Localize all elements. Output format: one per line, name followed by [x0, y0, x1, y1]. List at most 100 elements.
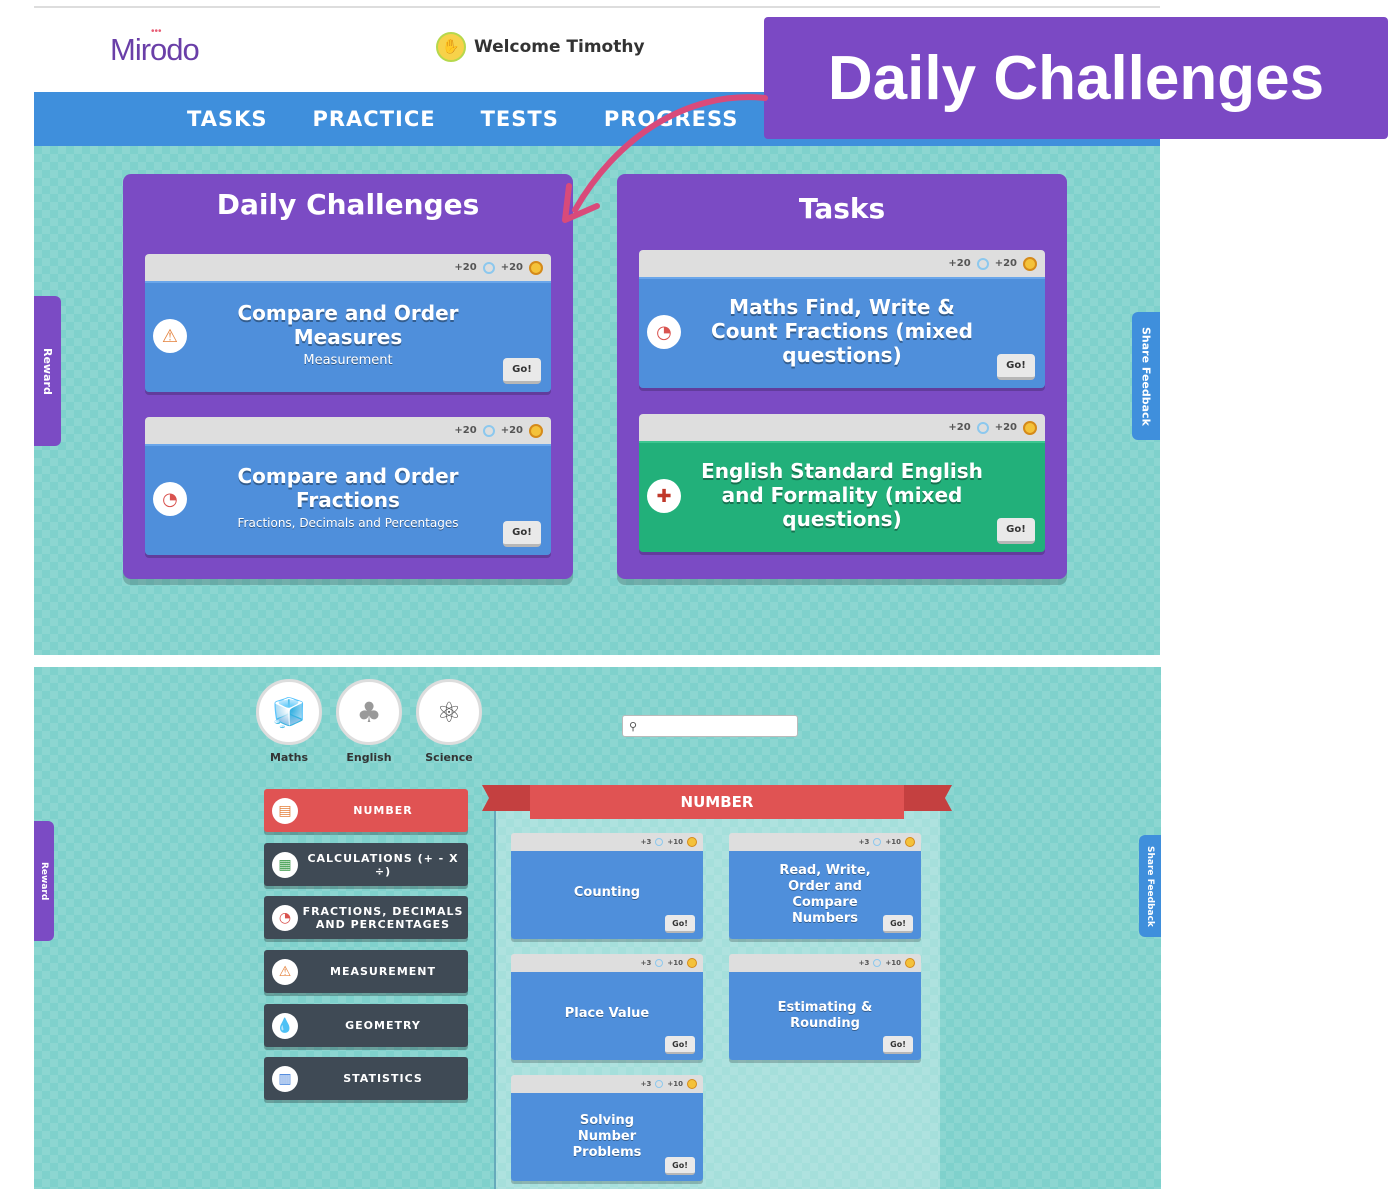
coin-reward: +10	[667, 1080, 683, 1088]
union-jack-icon: ✚	[647, 479, 681, 513]
subject-label: Science	[425, 751, 473, 764]
go-button[interactable]: Go!	[503, 521, 541, 547]
subject-maths[interactable]: 🧊 Maths	[254, 679, 324, 764]
topic-title: Read, Write, Order and Compare Numbers	[779, 863, 871, 926]
category-label: CALCULATIONS (+ - X ÷)	[307, 851, 459, 878]
coin-icon	[1023, 420, 1037, 435]
calculations-icon: ▦	[272, 851, 298, 878]
clock-icon	[655, 959, 664, 967]
coin-reward: +10	[667, 838, 683, 846]
card-body: Estimating & Rounding Go!	[729, 972, 921, 1060]
subject-english[interactable]: ♣ English	[334, 679, 404, 764]
reward-strip: +3 +10	[729, 954, 921, 972]
clock-icon	[976, 421, 989, 434]
fractions-icon: ◔	[153, 482, 187, 516]
reward-strip: +20 +20	[145, 254, 551, 281]
time-reward: +3	[640, 1080, 652, 1088]
category-label: FRACTIONS, DECIMALS AND PERCENTAGES	[302, 904, 464, 931]
topic-title: Place Value	[564, 1006, 650, 1021]
coin-reward: +10	[667, 959, 683, 967]
reward-tab[interactable]: Reward	[34, 296, 61, 446]
time-reward: +3	[640, 959, 652, 967]
reward-strip: +3 +10	[729, 833, 921, 851]
banner-ribbon-left	[482, 785, 532, 811]
banner-ribbon-right	[902, 785, 952, 811]
go-button[interactable]: Go!	[883, 1036, 913, 1054]
nav-tests[interactable]: TESTS	[481, 107, 559, 131]
measurement-icon: ⚠	[153, 319, 187, 353]
card-body: Place Value Go!	[511, 972, 703, 1060]
go-button[interactable]: Go!	[665, 915, 695, 933]
nav-practice[interactable]: PRACTICE	[312, 107, 435, 131]
card-subtitle: Measurement	[303, 353, 393, 368]
nav-tasks[interactable]: TASKS	[187, 107, 267, 131]
coin-icon	[905, 837, 915, 847]
fractions-icon: ◔	[647, 315, 681, 349]
search-input[interactable]: ⚲	[622, 715, 798, 737]
go-button[interactable]: Go!	[997, 518, 1035, 544]
share-feedback-tab[interactable]: Share Feedback	[1139, 835, 1161, 937]
card-title: English Standard English and Formality (…	[701, 459, 983, 531]
coin-reward: +10	[885, 959, 901, 967]
topic-title: Solving Number Problems	[572, 1113, 642, 1160]
clock-icon	[655, 1080, 664, 1088]
challenge-card[interactable]: +20 +20 ◔ Compare and Order Fractions Fr…	[145, 417, 551, 555]
topic-card[interactable]: +3 +10 Place Value Go!	[511, 954, 703, 1060]
coin-reward: +10	[885, 838, 901, 846]
tasks-panel: Tasks +20 +20 ◔ Maths Find, Write & Coun…	[617, 174, 1067, 579]
cube-icon: 🧊	[256, 679, 322, 745]
category-label: STATISTICS	[343, 1072, 423, 1085]
card-body: ◔ Compare and Order Fractions Fractions,…	[145, 444, 551, 555]
logo[interactable]: Mirodo •••	[110, 26, 200, 68]
share-feedback-tab[interactable]: Share Feedback	[1132, 312, 1160, 440]
search-icon: ⚲	[629, 719, 638, 733]
topic-card[interactable]: +3 +10 Read, Write, Order and Compare Num…	[729, 833, 921, 939]
coin-reward: +20	[500, 262, 523, 273]
practice-screenshot: Reward Share Feedback 🧊 Maths ♣ English …	[34, 667, 1161, 1189]
daily-challenges-callout: Daily Challenges	[764, 17, 1388, 139]
reward-strip: +20 +20	[639, 250, 1045, 277]
reward-strip: +3 +10	[511, 954, 703, 972]
category-statistics[interactable]: ▥ STATISTICS	[264, 1057, 468, 1100]
task-card[interactable]: +20 +20 ◔ Maths Find, Write & Count Frac…	[639, 250, 1045, 388]
reward-tab[interactable]: Reward	[34, 821, 54, 941]
category-measurement[interactable]: ⚠ MEASUREMENT	[264, 950, 468, 993]
card-body: ⚠ Compare and Order Measures Measurement…	[145, 281, 551, 392]
topic-card[interactable]: +3 +10 Solving Number Problems Go!	[511, 1075, 703, 1181]
time-reward: +3	[858, 838, 870, 846]
category-banner: NUMBER	[482, 785, 952, 819]
category-calculations[interactable]: ▦ CALCULATIONS (+ - X ÷)	[264, 843, 468, 886]
card-title: Compare and Order Fractions	[237, 464, 459, 512]
challenge-card[interactable]: +20 +20 ⚠ Compare and Order Measures Mea…	[145, 254, 551, 392]
welcome-message: ✋ Welcome Timothy	[436, 32, 645, 62]
clock-icon	[976, 257, 989, 270]
card-title: Compare and Order Measures	[237, 301, 459, 349]
go-button[interactable]: Go!	[883, 915, 913, 933]
time-reward: +20	[454, 262, 477, 273]
go-button[interactable]: Go!	[503, 358, 541, 384]
card-body: ✚ English Standard English and Formality…	[639, 441, 1045, 552]
card-body: ◔ Maths Find, Write & Count Fractions (m…	[639, 277, 1045, 388]
topic-card[interactable]: +3 +10 Counting Go!	[511, 833, 703, 939]
topic-title: Counting	[573, 885, 641, 900]
topic-card[interactable]: +3 +10 Estimating & Rounding Go!	[729, 954, 921, 1060]
number-icon: ▤	[272, 797, 298, 824]
subject-science[interactable]: ⚛ Science	[414, 679, 484, 764]
category-label: MEASUREMENT	[330, 965, 436, 978]
go-button[interactable]: Go!	[665, 1036, 695, 1054]
coin-reward: +20	[500, 425, 523, 436]
welcome-text: Welcome Timothy	[474, 37, 645, 57]
coin-reward: +20	[994, 422, 1017, 433]
coin-icon	[529, 423, 543, 438]
category-geometry[interactable]: 💧 GEOMETRY	[264, 1004, 468, 1047]
callout-arrow-icon	[562, 94, 768, 223]
category-fractions[interactable]: ◔ FRACTIONS, DECIMALS AND PERCENTAGES	[264, 896, 468, 939]
time-reward: +20	[454, 425, 477, 436]
coin-reward: +20	[994, 258, 1017, 269]
go-button[interactable]: Go!	[997, 354, 1035, 380]
task-card[interactable]: +20 +20 ✚ English Standard English and F…	[639, 414, 1045, 552]
category-number[interactable]: ▤ NUMBER	[264, 789, 468, 832]
clock-icon	[482, 424, 495, 437]
coin-icon	[905, 958, 915, 968]
go-button[interactable]: Go!	[665, 1157, 695, 1175]
